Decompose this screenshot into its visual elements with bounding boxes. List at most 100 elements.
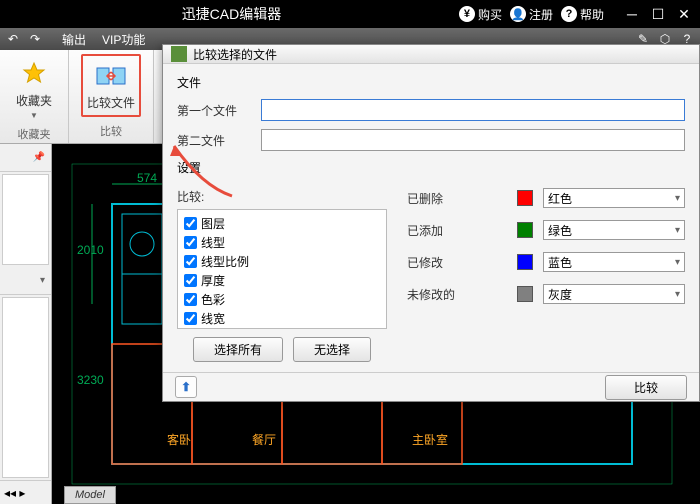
check-lineweight[interactable]: 线宽 xyxy=(184,309,380,328)
deleted-swatch xyxy=(517,190,533,206)
titlebar-right: ¥ 购买 👤 注册 ? 帮助 ─ ☐ ✕ xyxy=(459,4,696,24)
check-ltscale[interactable]: 线型比例 xyxy=(184,252,380,271)
panel-body-2 xyxy=(2,297,49,478)
file-section: 文件 第一个文件 第二文件 xyxy=(177,74,685,151)
compare-icon xyxy=(95,60,127,92)
checkbox-layer[interactable] xyxy=(184,217,197,230)
ribbon-group-compare: 比较文件 比较 xyxy=(69,50,154,143)
window-buttons: ─ ☐ ✕ xyxy=(620,4,696,24)
compare-dialog: 比较选择的文件 文件 第一个文件 第二文件 设置 比较: 图层 线型 线型比例 … xyxy=(162,44,700,402)
dropdown-icon: ▼ xyxy=(30,111,38,120)
menu-vip[interactable]: VIP功能 xyxy=(94,29,153,50)
svg-text:主卧室: 主卧室 xyxy=(412,432,448,447)
help-label: 帮助 xyxy=(580,6,604,23)
dialog-icon xyxy=(171,46,187,62)
footer-right: 比较 xyxy=(605,375,687,400)
check-linetype[interactable]: 线型 xyxy=(184,233,380,252)
left-panel: 📌 ▾ ◂◂ ▸ xyxy=(0,144,52,504)
model-tab[interactable]: Model xyxy=(64,486,116,504)
deleted-color-select[interactable]: 红色 xyxy=(543,188,685,208)
color-deleted-row: 已删除 红色 xyxy=(407,188,685,208)
compare-checklist: 图层 线型 线型比例 厚度 色彩 线宽 几何体数据 xyxy=(177,209,387,329)
second-file-row: 第二文件 xyxy=(177,129,685,151)
app-title: 迅捷CAD编辑器 xyxy=(4,4,459,24)
select-none-button[interactable]: 无选择 xyxy=(293,337,371,362)
added-label: 已添加 xyxy=(407,222,507,239)
register-button[interactable]: 👤 注册 xyxy=(510,6,553,23)
buy-label: 购买 xyxy=(478,6,502,23)
redo-button[interactable]: ↷ xyxy=(26,30,44,48)
star-icon xyxy=(18,58,50,90)
compare-label-text: 比较: xyxy=(177,188,387,205)
added-color-select[interactable]: 绿色 xyxy=(543,220,685,240)
settings-row: 比较: 图层 线型 线型比例 厚度 色彩 线宽 几何体数据 选择所有 无选择 已… xyxy=(177,188,685,362)
dialog-footer: ⬆ 比较 xyxy=(163,372,699,401)
svg-text:3230: 3230 xyxy=(77,373,104,387)
select-all-button[interactable]: 选择所有 xyxy=(193,337,283,362)
check-layer[interactable]: 图层 xyxy=(184,214,380,233)
register-label: 注册 xyxy=(529,6,553,23)
modified-swatch xyxy=(517,254,533,270)
checkbox-ltscale[interactable] xyxy=(184,255,197,268)
first-file-label: 第一个文件 xyxy=(177,102,251,119)
quick-access-toolbar: ↶ ↷ xyxy=(4,30,44,48)
first-file-row: 第一个文件 xyxy=(177,99,685,121)
deleted-label: 已删除 xyxy=(407,190,507,207)
checkbox-linetype[interactable] xyxy=(184,236,197,249)
check-geometry[interactable]: 几何体数据 xyxy=(184,328,380,329)
second-file-input[interactable] xyxy=(261,129,685,151)
minimize-button[interactable]: ─ xyxy=(620,4,644,24)
favorites-group-label: 收藏夹 xyxy=(18,124,51,144)
compare-button[interactable]: 比较 xyxy=(605,375,687,400)
panel-pin[interactable]: 📌 xyxy=(0,144,51,172)
compare-label: 比较文件 xyxy=(87,94,135,111)
user-icon: 👤 xyxy=(510,6,526,22)
titlebar: 迅捷CAD编辑器 ¥ 购买 👤 注册 ? 帮助 ─ ☐ ✕ xyxy=(0,0,700,28)
help-button[interactable]: ? 帮助 xyxy=(561,6,604,23)
added-swatch xyxy=(517,222,533,238)
svg-text:餐厅: 餐厅 xyxy=(252,432,276,447)
check-color[interactable]: 色彩 xyxy=(184,290,380,309)
checkbox-thickness[interactable] xyxy=(184,274,197,287)
svg-text:2010: 2010 xyxy=(77,243,104,257)
favorites-button[interactable]: 收藏夹 ▼ xyxy=(12,54,56,124)
svg-text:客卧: 客卧 xyxy=(167,432,191,447)
check-thickness[interactable]: 厚度 xyxy=(184,271,380,290)
second-file-label: 第二文件 xyxy=(177,132,251,149)
dialog-titlebar: 比较选择的文件 xyxy=(163,45,699,64)
check-buttons: 选择所有 无选择 xyxy=(177,337,387,362)
color-unchanged-row: 未修改的 灰度 xyxy=(407,284,685,304)
unchanged-swatch xyxy=(517,286,533,302)
compare-group-label: 比较 xyxy=(100,121,122,141)
panel-collapse[interactable]: ▾ xyxy=(0,267,51,295)
undo-button[interactable]: ↶ xyxy=(4,30,22,48)
unchanged-label: 未修改的 xyxy=(407,286,507,303)
up-arrow-button[interactable]: ⬆ xyxy=(175,376,197,398)
close-button[interactable]: ✕ xyxy=(672,4,696,24)
checkbox-lineweight[interactable] xyxy=(184,312,197,325)
ribbon-group-favorites: 收藏夹 ▼ 收藏夹 xyxy=(0,50,69,143)
panel-footer[interactable]: ◂◂ ▸ xyxy=(0,480,51,504)
checkbox-color[interactable] xyxy=(184,293,197,306)
color-modified-row: 已修改 蓝色 xyxy=(407,252,685,272)
svg-text:574: 574 xyxy=(137,171,157,185)
buy-icon: ¥ xyxy=(459,6,475,22)
settings-left: 比较: 图层 线型 线型比例 厚度 色彩 线宽 几何体数据 选择所有 无选择 xyxy=(177,188,387,362)
menu-export[interactable]: 输出 xyxy=(54,29,94,50)
dialog-body: 文件 第一个文件 第二文件 设置 比较: 图层 线型 线型比例 厚度 色彩 线宽 xyxy=(163,64,699,372)
first-file-input[interactable] xyxy=(261,99,685,121)
unchanged-color-select[interactable]: 灰度 xyxy=(543,284,685,304)
favorites-label: 收藏夹 xyxy=(16,92,52,109)
buy-button[interactable]: ¥ 购买 xyxy=(459,6,502,23)
dialog-title-text: 比较选择的文件 xyxy=(193,46,277,63)
modified-color-select[interactable]: 蓝色 xyxy=(543,252,685,272)
modified-label: 已修改 xyxy=(407,254,507,271)
file-section-label: 文件 xyxy=(177,74,685,91)
help-icon: ? xyxy=(561,6,577,22)
color-added-row: 已添加 绿色 xyxy=(407,220,685,240)
maximize-button[interactable]: ☐ xyxy=(646,4,670,24)
compare-files-button[interactable]: 比较文件 xyxy=(81,54,141,117)
settings-right: 已删除 红色 已添加 绿色 已修改 蓝色 未修改的 灰度 xyxy=(407,188,685,362)
panel-body xyxy=(2,174,49,265)
settings-label: 设置 xyxy=(177,159,685,176)
